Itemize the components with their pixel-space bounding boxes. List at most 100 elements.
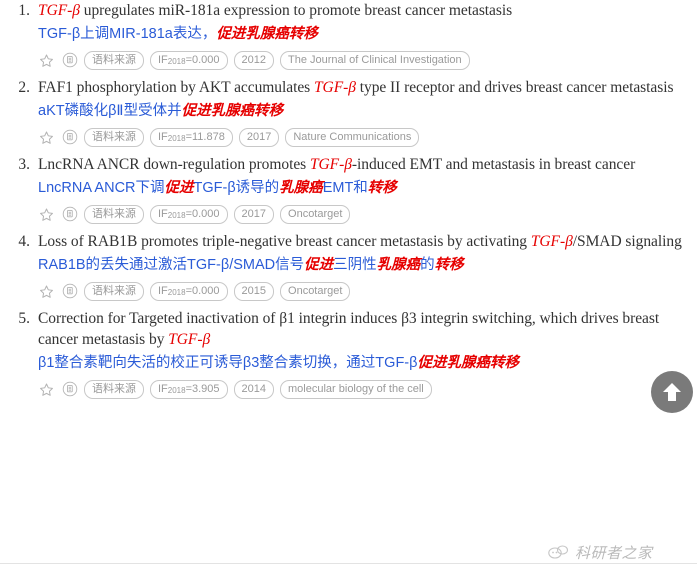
title-en-text: -induced EMT and metastasis in breast ca…: [351, 156, 636, 173]
journal-name-tag[interactable]: molecular biology of the cell: [280, 379, 432, 399]
title-en-text: Loss of RAB1B promotes triple-negative b…: [38, 233, 531, 250]
journal-name-tag[interactable]: Oncotarget: [280, 281, 351, 301]
source-tag[interactable]: 语料来源: [84, 204, 144, 224]
impact-factor-year: 2018: [167, 134, 186, 143]
title-cn-highlight: 乳腺癌: [279, 180, 323, 196]
watermark-text: 科研者之家: [575, 546, 653, 562]
title-en-text: FAF1 phosphorylation by AKT accumulates: [38, 79, 314, 96]
document-copy-icon[interactable]: [61, 52, 78, 69]
source-tag[interactable]: 语料来源: [84, 281, 144, 301]
result-title-english[interactable]: Correction for Targeted inactivation of …: [38, 308, 691, 350]
result-title-chinese[interactable]: RAB1B的丢失通过激活TGF-β/SMAD信号促进三阴性乳腺癌的转移: [38, 253, 691, 277]
title-cn-text: LncRNA ANCR下调: [38, 180, 165, 196]
result-title-chinese[interactable]: LncRNA ANCR下调促进TGF-β诱导的乳腺癌EMT和转移: [38, 176, 691, 200]
impact-factor-label: IF: [158, 284, 168, 297]
journal-name-tag[interactable]: Oncotarget: [280, 204, 351, 224]
title-cn-highlight: 转移: [434, 257, 464, 273]
title-en-text: type II receptor and drives breast cance…: [355, 79, 674, 96]
result-title-english[interactable]: Loss of RAB1B promotes triple-negative b…: [38, 231, 691, 252]
publication-year-tag[interactable]: 2017: [238, 127, 280, 147]
result-title-english[interactable]: FAF1 phosphorylation by AKT accumulates …: [38, 77, 691, 98]
impact-factor-label: IF: [158, 130, 168, 143]
title-cn-highlight: 促进: [164, 180, 194, 196]
impact-factor-tag[interactable]: IF 2018 =0.000: [150, 281, 228, 301]
search-results-list: 1. TGF-β upregulates miR-181a expression …: [0, 0, 697, 406]
result-index: 2.: [18, 79, 30, 96]
result-meta-row: 语料来源 IF 2018 =0.000 2012 The Journal of Clini…: [38, 49, 691, 71]
result-index: 4.: [18, 233, 30, 250]
impact-factor-label: IF: [158, 382, 168, 395]
impact-factor-value: =0.000: [185, 207, 220, 220]
impact-factor-year: 2018: [167, 288, 186, 297]
title-cn-highlight: 促进乳腺癌转移: [417, 355, 519, 371]
impact-factor-year: 2018: [167, 386, 186, 395]
title-cn-text: 的: [420, 257, 435, 273]
result-item: 5. Correction for Targeted inactivation o…: [0, 308, 697, 400]
impact-factor-tag[interactable]: IF 2018 =0.000: [150, 204, 228, 224]
result-title-english[interactable]: TGF-β upregulates miR-181a expression to…: [38, 0, 691, 21]
impact-factor-value: =3.905: [185, 382, 220, 395]
title-cn-text: β1整合素靶向失活的校正可诱导β3整合素切换，通过TGF-β: [38, 355, 418, 371]
source-tag[interactable]: 语料来源: [84, 127, 144, 147]
impact-factor-label: IF: [158, 53, 168, 66]
bottom-divider: [0, 563, 697, 564]
arrow-up-icon: [663, 383, 681, 401]
impact-factor-value: =11.878: [185, 130, 225, 143]
impact-factor-tag[interactable]: IF 2018 =0.000: [150, 50, 228, 70]
title-en-highlight: TGF-β: [38, 2, 80, 19]
scroll-to-top-button[interactable]: [651, 371, 693, 413]
favorite-star-icon[interactable]: [38, 206, 55, 223]
result-meta-row: 语料来源 IF 2018 =3.905 2014 molecular biology of…: [38, 378, 691, 400]
impact-factor-tag[interactable]: IF 2018 =3.905: [150, 379, 228, 399]
result-item: 3. LncRNA ANCR down-regulation promotes T…: [0, 154, 697, 225]
publication-year-tag[interactable]: 2015: [233, 281, 275, 301]
source-tag[interactable]: 语料来源: [84, 50, 144, 70]
document-copy-icon[interactable]: [61, 283, 78, 300]
result-item: 1. TGF-β upregulates miR-181a expression …: [0, 0, 697, 71]
result-title-english[interactable]: LncRNA ANCR down-regulation promotes TGF…: [38, 154, 691, 175]
result-item: 2. FAF1 phosphorylation by AKT accumulate…: [0, 77, 697, 148]
publication-year-tag[interactable]: 2017: [233, 204, 275, 224]
journal-name-tag[interactable]: The Journal of Clinical Investigation: [280, 50, 470, 70]
favorite-star-icon[interactable]: [38, 283, 55, 300]
title-cn-highlight: 促进: [304, 257, 334, 273]
document-copy-icon[interactable]: [61, 381, 78, 398]
source-tag[interactable]: 语料来源: [84, 379, 144, 399]
publication-year-tag[interactable]: 2012: [233, 50, 275, 70]
impact-factor-year: 2018: [167, 57, 186, 66]
title-en-highlight: TGF-β: [309, 156, 352, 173]
result-meta-row: 语料来源 IF 2018 =0.000 2015 Oncotarget: [38, 280, 691, 302]
title-en-highlight: TGF-β: [530, 233, 573, 250]
impact-factor-tag[interactable]: IF 2018 =11.878: [150, 127, 233, 147]
watermark: 科研者之家: [548, 542, 653, 563]
title-cn-text: TGF-β上调MIR-181a表达，: [38, 26, 217, 42]
favorite-star-icon[interactable]: [38, 52, 55, 69]
title-cn-text: aKT磷酸化βⅡ型受体并: [38, 103, 182, 119]
result-title-chinese[interactable]: TGF-β上调MIR-181a表达，促进乳腺癌转移: [38, 22, 691, 46]
result-meta-row: 语料来源 IF 2018 =11.878 2017 Nature Communicatio…: [38, 126, 691, 148]
result-meta-row: 语料来源 IF 2018 =0.000 2017 Oncotarget: [38, 203, 691, 225]
journal-name-tag[interactable]: Nature Communications: [285, 127, 420, 147]
title-cn-highlight: 乳腺癌: [376, 257, 421, 273]
title-cn-text: RAB1B的丢失通过激活TGF-β/SMAD信号: [38, 257, 305, 273]
result-index: 5.: [18, 310, 30, 327]
title-en-text: /SMAD signaling: [572, 233, 682, 250]
title-cn-highlight: 促进乳腺癌转移: [216, 26, 318, 42]
chat-bubbles-logo-icon: [548, 544, 569, 559]
result-title-chinese[interactable]: β1整合素靶向失活的校正可诱导β3整合素切换，通过TGF-β促进乳腺癌转移: [38, 351, 691, 375]
document-copy-icon[interactable]: [61, 129, 78, 146]
favorite-star-icon[interactable]: [38, 129, 55, 146]
title-cn-text: TGF-β诱导的: [193, 180, 280, 196]
impact-factor-value: =0.000: [185, 53, 220, 66]
favorite-star-icon[interactable]: [38, 381, 55, 398]
title-en-highlight: TGF-β: [168, 331, 211, 348]
document-copy-icon[interactable]: [61, 206, 78, 223]
impact-factor-value: =0.000: [185, 284, 220, 297]
title-en-text: upregulates miR-181a expression to promo…: [79, 2, 513, 19]
result-index: 1.: [18, 2, 30, 19]
result-item: 4. Loss of RAB1B promotes triple-negative…: [0, 231, 697, 302]
title-en-highlight: TGF-β: [313, 79, 356, 96]
title-cn-highlight: 促进乳腺癌转移: [181, 103, 284, 119]
publication-year-tag[interactable]: 2014: [233, 379, 275, 399]
result-title-chinese[interactable]: aKT磷酸化βⅡ型受体并促进乳腺癌转移: [38, 99, 691, 123]
